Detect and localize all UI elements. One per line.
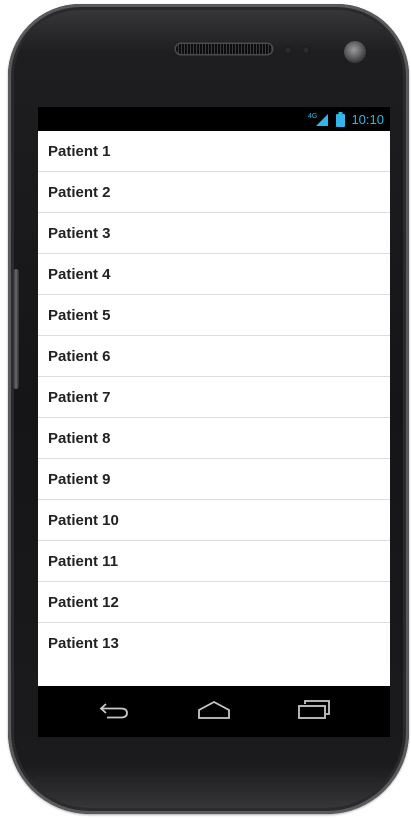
list-item-patient-7[interactable]: Patient 7: [38, 377, 390, 418]
list-item-patient-9[interactable]: Patient 9: [38, 459, 390, 500]
recent-apps-icon: [296, 699, 332, 725]
list-item-patient-11[interactable]: Patient 11: [38, 541, 390, 582]
status-time: 10:10: [351, 111, 384, 127]
navigation-bar: [38, 686, 390, 737]
list-item-patient-8[interactable]: Patient 8: [38, 418, 390, 459]
list-item-patient-4[interactable]: Patient 4: [38, 254, 390, 295]
proximity-sensor: [284, 46, 292, 54]
list-item-patient-12[interactable]: Patient 12: [38, 582, 390, 623]
svg-text:4G: 4G: [308, 113, 317, 120]
status-icons: 4G 10:10: [308, 107, 384, 131]
volume-button: [13, 269, 19, 389]
list-item-patient-3[interactable]: Patient 3: [38, 213, 390, 254]
home-button[interactable]: [194, 698, 234, 726]
signal-4g-icon: 4G: [308, 111, 330, 127]
light-sensor: [302, 46, 310, 54]
list-item-patient-6[interactable]: Patient 6: [38, 336, 390, 377]
front-camera: [344, 41, 366, 63]
status-bar: 4G 10:10: [38, 107, 390, 131]
list-item-patient-2[interactable]: Patient 2: [38, 172, 390, 213]
list-item-patient-1[interactable]: Patient 1: [38, 131, 390, 172]
recent-apps-button[interactable]: [294, 698, 334, 726]
list-item-patient-5[interactable]: Patient 5: [38, 295, 390, 336]
list-item-patient-10[interactable]: Patient 10: [38, 500, 390, 541]
home-icon: [196, 700, 232, 725]
list-item-patient-13[interactable]: Patient 13: [38, 623, 390, 663]
back-button[interactable]: [94, 698, 134, 726]
patient-list[interactable]: Patient 1 Patient 2 Patient 3 Patient 4 …: [38, 131, 390, 686]
speaker-grille: [176, 44, 272, 54]
device-screen: 4G 10:10 Patient 1 Patient 2 Patient 3 P…: [38, 107, 390, 737]
back-icon: [97, 700, 131, 725]
battery-icon: [336, 111, 346, 127]
